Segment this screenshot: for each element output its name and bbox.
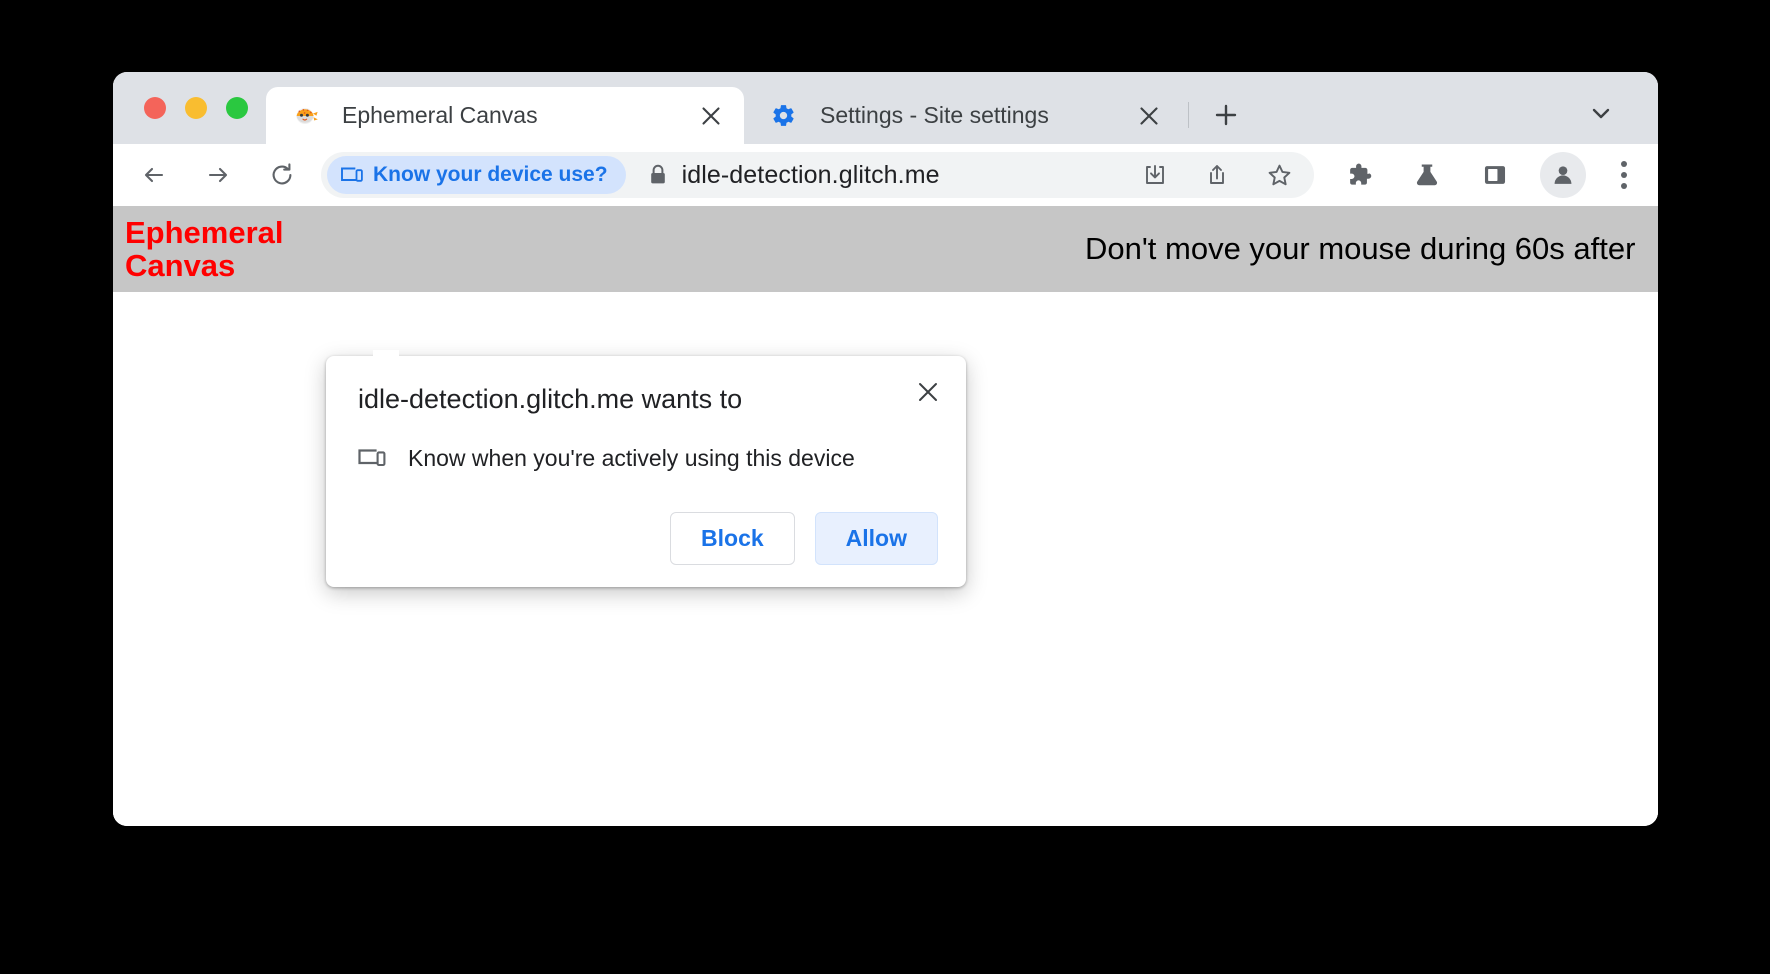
share-icon[interactable] <box>1194 152 1240 198</box>
permission-chip-label: Know your device use? <box>373 163 608 186</box>
permission-bubble-title: idle-detection.glitch.me wants to <box>358 384 743 414</box>
device-idle-icon <box>358 447 386 471</box>
tab-title: Ephemeral Canvas <box>342 102 538 128</box>
reload-button[interactable] <box>259 152 305 198</box>
tabstrip-spacer <box>1249 143 1578 144</box>
page-banner: Ephemeral Canvas Don't move your mouse d… <box>113 206 1658 292</box>
permission-bubble-actions: Block Allow <box>358 512 938 566</box>
page-title: Ephemeral Canvas <box>125 214 284 283</box>
permission-bubble-nub <box>373 350 399 362</box>
tab-ephemeral-canvas[interactable]: Ephemeral Canvas <box>266 87 744 144</box>
gear-icon <box>770 102 797 129</box>
idle-detection-permission-chip[interactable]: Know your device use? <box>327 156 626 194</box>
close-icon[interactable] <box>910 374 946 410</box>
tab-separator <box>1188 102 1189 128</box>
forward-button[interactable] <box>195 152 241 198</box>
menu-dot <box>1621 172 1627 178</box>
lock-icon[interactable] <box>648 163 668 187</box>
new-tab-button[interactable] <box>1203 92 1249 138</box>
download-icon[interactable] <box>1132 152 1178 198</box>
menu-dot <box>1621 183 1627 189</box>
block-button[interactable]: Block <box>670 512 795 566</box>
tab-close-button[interactable] <box>694 99 728 133</box>
permission-request-row: Know when you're actively using this dev… <box>358 445 938 472</box>
permission-description: Know when you're actively using this dev… <box>408 445 855 472</box>
tab-close-button[interactable] <box>1132 99 1166 133</box>
chevron-down-icon[interactable] <box>1578 90 1624 136</box>
device-idle-icon <box>341 166 363 185</box>
page-viewport: Ephemeral Canvas Don't move your mouse d… <box>113 206 1658 826</box>
page-instruction-text: Don't move your mouse during 60s after <box>1085 231 1636 266</box>
tab-strip: Ephemeral Canvas Settings - Site setting… <box>113 72 1658 144</box>
extensions-puzzle-icon[interactable] <box>1336 152 1382 198</box>
menu-dot <box>1621 161 1627 167</box>
tab-settings-site-settings[interactable]: Settings - Site settings <box>744 87 1182 144</box>
omnibox-actions <box>1116 152 1308 198</box>
window-maximize-button[interactable] <box>226 97 248 119</box>
experiments-flask-icon[interactable] <box>1404 152 1450 198</box>
omnibox[interactable]: Know your device use? idle-detection.gli… <box>321 152 1314 198</box>
browser-window: Ephemeral Canvas Settings - Site setting… <box>113 72 1658 826</box>
bookmark-star-icon[interactable] <box>1256 152 1302 198</box>
side-panel-icon[interactable] <box>1472 152 1518 198</box>
window-close-button[interactable] <box>144 97 166 119</box>
window-traffic-lights <box>113 72 266 144</box>
browser-toolbar: Know your device use? idle-detection.gli… <box>113 144 1658 206</box>
url-text[interactable]: idle-detection.glitch.me <box>682 161 1116 190</box>
three-dot-menu-icon[interactable] <box>1604 152 1644 198</box>
pufferfish-icon <box>292 102 319 129</box>
window-minimize-button[interactable] <box>185 97 207 119</box>
tab-title: Settings - Site settings <box>820 102 1049 128</box>
back-button[interactable] <box>131 152 177 198</box>
desktop-backdrop: Ephemeral Canvas Settings - Site setting… <box>0 0 1770 974</box>
allow-button[interactable]: Allow <box>814 512 938 566</box>
permission-bubble: idle-detection.glitch.me wants to Know w… <box>326 356 966 588</box>
profile-avatar-icon[interactable] <box>1540 152 1586 198</box>
